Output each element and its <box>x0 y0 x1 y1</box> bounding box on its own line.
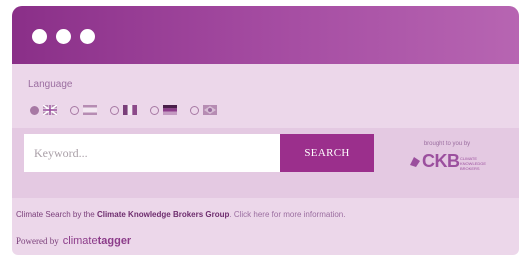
radio-unselected[interactable] <box>110 105 119 115</box>
widget-window: Language Keyword... SEARCH brought to yo… <box>12 6 519 255</box>
ckb-group-link[interactable]: Climate Knowledge Brokers Group <box>97 210 229 219</box>
powered-by: Powered by climatetagger <box>16 235 131 247</box>
language-option-germany[interactable] <box>150 103 177 117</box>
window-dot-2[interactable] <box>56 29 71 44</box>
radio-unselected[interactable] <box>190 105 199 115</box>
info-line: Climate Search by the Climate Knowledge … <box>16 210 345 219</box>
climatetagger-logo-bold: tagger <box>97 235 132 247</box>
radio-unselected[interactable] <box>70 105 79 115</box>
window-dot-1[interactable] <box>32 29 47 44</box>
more-info-link[interactable]: . Click here for more information. <box>229 210 345 219</box>
title-bar <box>12 6 519 64</box>
language-option-france[interactable] <box>110 103 137 117</box>
window-dot-3[interactable] <box>80 29 95 44</box>
radio-unselected[interactable] <box>150 105 159 115</box>
climatetagger-logo-light: climate <box>62 235 98 247</box>
spain-flag-icon <box>83 105 97 115</box>
ckb-logo[interactable]: CKB CLIMATE KNOWLEDGE BROKERS <box>408 151 508 174</box>
info-prefix: Climate Search by the <box>16 210 97 219</box>
ckb-logo-subtext: CLIMATE KNOWLEDGE BROKERS <box>460 156 487 171</box>
radio-selected[interactable] <box>30 105 39 115</box>
keyword-input[interactable] <box>24 134 280 172</box>
france-flag-icon <box>123 105 137 115</box>
language-option-spain[interactable] <box>70 103 97 117</box>
language-option-brazil[interactable] <box>190 103 217 117</box>
brazil-flag-icon <box>203 105 217 115</box>
ckb-logo-text: CKB <box>422 151 460 171</box>
climatetagger-logo[interactable]: climatetagger <box>63 235 131 247</box>
ckb-mark-icon <box>410 157 420 167</box>
brought-to-you-by-label: brought to you by <box>423 141 471 147</box>
powered-by-label: Powered by <box>16 236 59 246</box>
language-label: Language <box>28 79 73 90</box>
search-button[interactable]: SEARCH <box>280 134 374 172</box>
uk-flag-icon <box>43 105 57 115</box>
language-option-uk[interactable] <box>30 103 57 117</box>
germany-flag-icon <box>163 105 177 115</box>
